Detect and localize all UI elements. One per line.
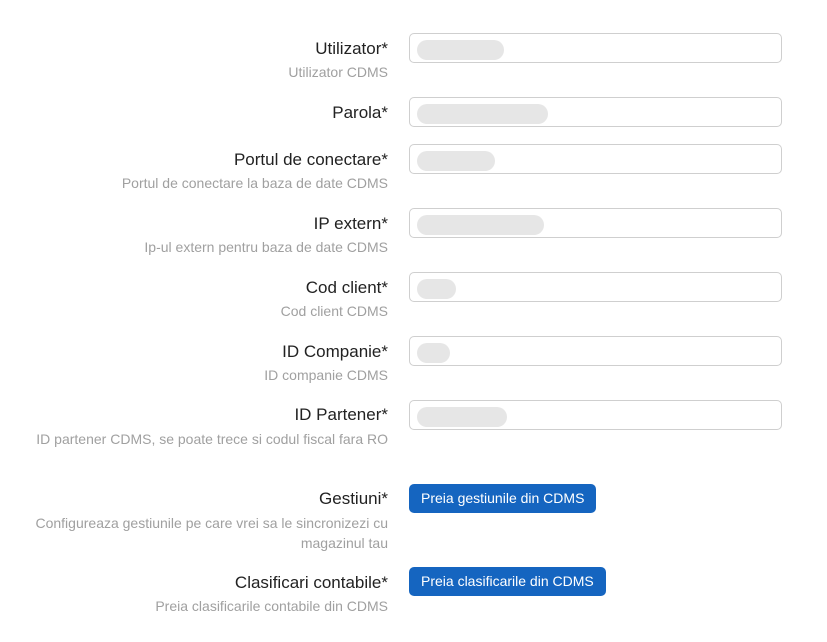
redacted-value [417, 407, 507, 427]
field-hint-cod-client: Cod client CDMS [280, 303, 388, 319]
redacted-value [417, 343, 450, 363]
redacted-value [417, 40, 504, 60]
port-input[interactable] [409, 144, 782, 174]
utilizator-input[interactable] [409, 33, 782, 63]
field-label-port: Portul de conectare* [233, 150, 388, 169]
action-label-clasificari: Clasificari contabile* [234, 573, 388, 592]
fetch-clasificari-button[interactable]: Preia clasificarile din CDMS [409, 567, 606, 596]
redacted-value [417, 151, 495, 171]
field-label-parola: Parola* [332, 103, 388, 122]
redacted-value [417, 279, 456, 299]
id-partener-input[interactable] [409, 400, 782, 430]
field-hint-port: Portul de conectare la baza de date CDMS [121, 175, 388, 191]
action-hint-clasificari: Preia clasificarile contabile din CDMS [155, 598, 388, 614]
field-label-id-companie: ID Companie* [282, 342, 388, 361]
field-label-id-partener: ID Partener* [294, 405, 388, 424]
cod-client-input[interactable] [409, 272, 782, 302]
id-companie-input[interactable] [409, 336, 782, 366]
field-hint-ip-extern: Ip-ul extern pentru baza de date CDMS [144, 239, 388, 255]
field-label-cod-client: Cod client* [305, 278, 388, 297]
redacted-value [417, 104, 548, 124]
field-label-ip-extern: IP extern* [313, 214, 388, 233]
action-hint-gestiuni: Configureaza gestiunile pe care vrei sa … [35, 515, 388, 551]
parola-input[interactable] [409, 97, 782, 127]
field-hint-id-partener: ID partener CDMS, se poate trece si codu… [36, 431, 388, 447]
redacted-value [417, 215, 544, 235]
action-label-gestiuni: Gestiuni* [319, 489, 388, 508]
fetch-gestiuni-button[interactable]: Preia gestiunile din CDMS [409, 484, 597, 513]
field-hint-utilizator: Utilizator CDMS [288, 64, 388, 80]
field-label-utilizator: Utilizator* [315, 39, 388, 58]
field-hint-id-companie: ID companie CDMS [264, 367, 388, 383]
ip-extern-input[interactable] [409, 208, 782, 238]
